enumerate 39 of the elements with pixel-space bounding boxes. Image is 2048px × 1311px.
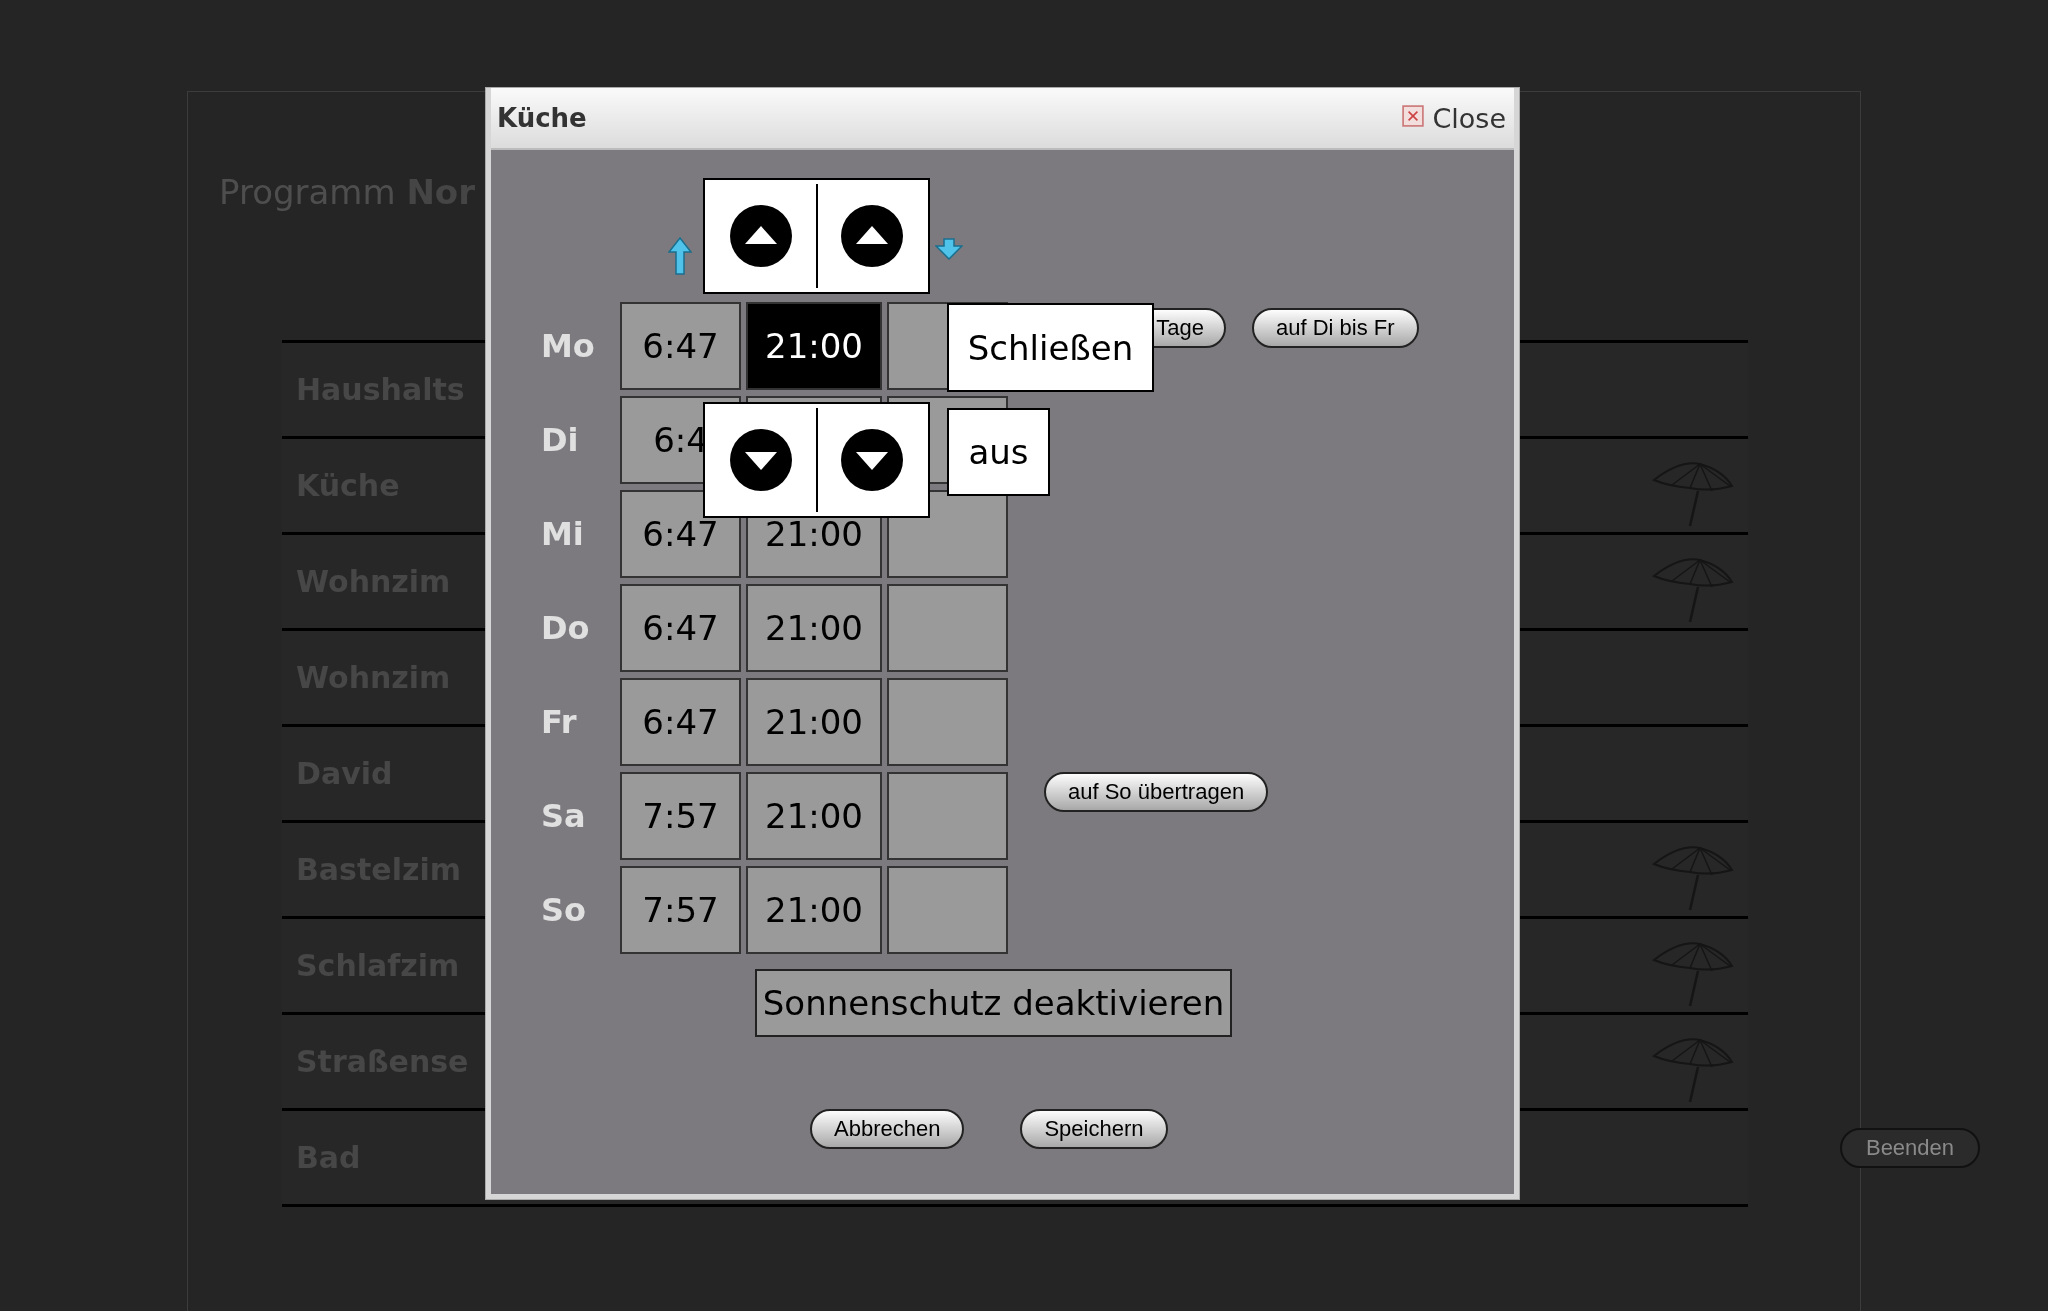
time-cell[interactable] [887,866,1008,954]
copy-button[interactable]: auf So übertragen [1044,772,1269,812]
deactivate-sun-protection-button[interactable]: Sonnenschutz deaktivieren [755,969,1232,1037]
time-cell[interactable]: 21:00 [746,772,882,860]
up-arrow-icon[interactable] [668,237,692,275]
day-label: Mo [541,326,596,367]
dialog-button[interactable]: Speichern [1020,1109,1168,1149]
picker-mode-menu[interactable]: aus [947,408,1050,496]
close-link[interactable]: Close [1432,102,1506,134]
time-cell[interactable] [887,584,1008,672]
dialog-button[interactable]: Abbrechen [810,1109,965,1149]
dialog-title: Küche [497,103,587,133]
time-cell[interactable]: 21:00 [746,678,882,766]
day-label: Sa [541,796,587,837]
day-label: Fr [541,702,578,743]
up-button-icon[interactable] [728,204,793,268]
time-cell[interactable]: 21:00 [746,584,882,672]
picker-close-menu[interactable]: Schließen [947,303,1154,392]
close-icon[interactable] [1402,105,1425,127]
time-cell[interactable]: 7:57 [620,772,741,860]
time-cell[interactable]: 6:47 [620,584,741,672]
down-arrow-icon[interactable] [935,238,963,260]
down-button-icon[interactable] [840,428,905,492]
day-label: So [541,890,588,931]
time-cell[interactable]: 6:47 [620,678,741,766]
time-cell[interactable]: 21:00 [746,866,882,954]
time-cell[interactable] [887,678,1008,766]
time-cell[interactable]: 21:00 [746,302,882,390]
quit-button[interactable]: Beenden [1840,1128,1980,1168]
day-label: Di [541,420,580,461]
up-button-icon[interactable] [840,204,905,268]
day-label: Do [541,608,591,649]
time-cell[interactable]: 6:47 [620,490,741,578]
copy-button[interactable]: auf Di bis Fr [1252,308,1419,348]
down-button-icon[interactable] [728,428,793,492]
time-cell[interactable] [887,772,1008,860]
time-cell[interactable]: 7:57 [620,866,741,954]
day-label: Mi [541,514,585,555]
time-cell[interactable]: 6:47 [620,302,741,390]
